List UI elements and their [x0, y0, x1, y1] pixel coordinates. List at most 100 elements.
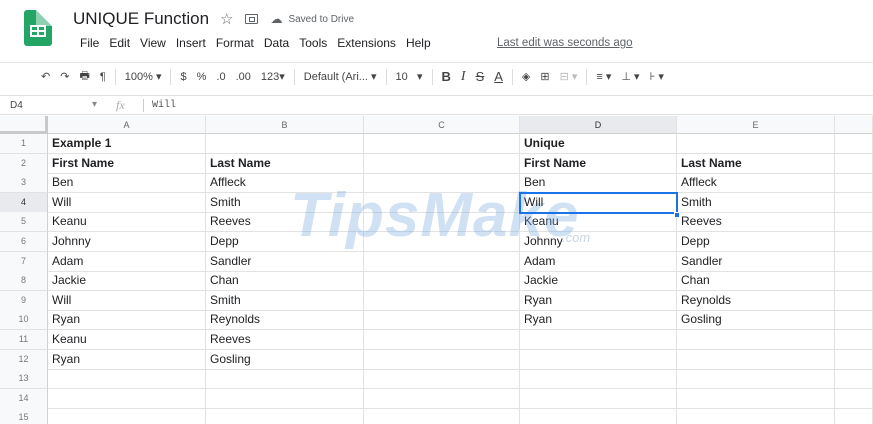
cell-b11[interactable]: Reeves	[206, 330, 364, 350]
cell-c14[interactable]	[364, 388, 520, 409]
cell-a11[interactable]: Keanu	[48, 330, 206, 350]
cell-c15[interactable]	[364, 408, 520, 424]
row-header-1[interactable]: 1	[0, 134, 48, 154]
cell-d13[interactable]	[520, 369, 677, 390]
paint-format-icon[interactable]: ¶	[95, 71, 111, 83]
column-header-e[interactable]: E	[677, 116, 835, 134]
percent-format-button[interactable]: %	[192, 71, 212, 83]
cell-a3[interactable]: Ben	[48, 173, 206, 194]
cell-a6[interactable]: Johnny	[48, 232, 206, 252]
cell-a13[interactable]	[48, 369, 206, 390]
cell-f13[interactable]	[835, 369, 873, 390]
cell-b4[interactable]: Smith	[206, 192, 364, 213]
cell-c4[interactable]	[364, 192, 520, 213]
fill-handle[interactable]	[674, 212, 680, 218]
cell-e5[interactable]: Reeves	[677, 212, 835, 233]
move-folder-icon[interactable]	[245, 14, 259, 24]
cell-c10[interactable]	[364, 310, 520, 331]
last-edit-link[interactable]: Last edit was seconds ago	[497, 37, 633, 49]
cell-b5[interactable]: Reeves	[206, 212, 364, 233]
increase-decimal-button[interactable]: .00	[231, 71, 256, 83]
cell-e11[interactable]	[677, 330, 835, 350]
bold-button[interactable]: B	[437, 69, 456, 84]
cell-e8[interactable]: Chan	[677, 271, 835, 292]
cell-d6[interactable]: Johnny	[520, 232, 677, 252]
undo-icon[interactable]: ↶	[36, 70, 55, 83]
cell-a8[interactable]: Jackie	[48, 271, 206, 292]
cell-f8[interactable]	[835, 271, 873, 292]
cell-b7[interactable]: Sandler	[206, 251, 364, 272]
cell-d12[interactable]	[520, 349, 677, 370]
row-header-15[interactable]: 15	[0, 408, 48, 424]
cell-f15[interactable]	[835, 408, 873, 424]
menu-insert[interactable]: Insert	[171, 36, 211, 50]
cell-e10[interactable]: Gosling	[677, 310, 835, 331]
more-formats-select[interactable]: 123▾	[256, 70, 290, 83]
cell-d3[interactable]: Ben	[520, 173, 677, 194]
cell-f3[interactable]	[835, 173, 873, 194]
cell-c8[interactable]	[364, 271, 520, 292]
cell-d15[interactable]	[520, 408, 677, 424]
cell-d9[interactable]: Ryan	[520, 290, 677, 311]
row-header-3[interactable]: 3	[0, 173, 48, 194]
star-icon[interactable]: ☆	[220, 10, 233, 28]
zoom-select[interactable]: 100% ▾	[120, 70, 167, 83]
cell-c7[interactable]	[364, 251, 520, 272]
cell-e15[interactable]	[677, 408, 835, 424]
cell-f6[interactable]	[835, 232, 873, 252]
column-header-f[interactable]	[835, 116, 873, 134]
cell-c12[interactable]	[364, 349, 520, 370]
column-header-d[interactable]: D	[520, 116, 677, 134]
borders-icon[interactable]: ⊞	[535, 70, 554, 83]
cell-a12[interactable]: Ryan	[48, 349, 206, 370]
font-select[interactable]: Default (Ari... ▾	[299, 70, 382, 83]
row-header-11[interactable]: 11	[0, 330, 48, 350]
cell-c9[interactable]	[364, 290, 520, 311]
cell-f4[interactable]	[835, 192, 873, 213]
cell-a2[interactable]: First Name	[48, 153, 206, 174]
cell-d1[interactable]: Unique	[520, 134, 677, 154]
row-header-5[interactable]: 5	[0, 212, 48, 233]
currency-format-button[interactable]: $	[175, 71, 191, 83]
row-header-2[interactable]: 2	[0, 153, 48, 174]
vertical-align-icon[interactable]: ⊥ ▾	[616, 70, 644, 83]
row-header-12[interactable]: 12	[0, 349, 48, 370]
cell-e1[interactable]	[677, 134, 835, 154]
cell-a4[interactable]: Will	[48, 192, 206, 213]
cell-f7[interactable]	[835, 251, 873, 272]
cell-b13[interactable]	[206, 369, 364, 390]
text-wrap-icon[interactable]: ⊦ ▾	[645, 70, 669, 83]
cell-f10[interactable]	[835, 310, 873, 331]
cell-c3[interactable]	[364, 173, 520, 194]
cell-e9[interactable]: Reynolds	[677, 290, 835, 311]
cell-a5[interactable]: Keanu	[48, 212, 206, 233]
cell-b15[interactable]	[206, 408, 364, 424]
strikethrough-button[interactable]: S	[471, 69, 490, 84]
cell-e6[interactable]: Depp	[677, 232, 835, 252]
cell-a14[interactable]	[48, 388, 206, 409]
cell-f12[interactable]	[835, 349, 873, 370]
cell-d8[interactable]: Jackie	[520, 271, 677, 292]
menu-format[interactable]: Format	[211, 36, 259, 50]
menu-edit[interactable]: Edit	[104, 36, 135, 50]
cell-b12[interactable]: Gosling	[206, 349, 364, 370]
cell-a7[interactable]: Adam	[48, 251, 206, 272]
cell-e12[interactable]	[677, 349, 835, 370]
redo-icon[interactable]: ↷	[55, 70, 74, 83]
cell-a9[interactable]: Will	[48, 290, 206, 311]
menu-file[interactable]: File	[75, 36, 104, 50]
document-title[interactable]: UNIQUE Function	[73, 9, 209, 29]
cell-d2[interactable]: First Name	[520, 153, 677, 174]
row-header-8[interactable]: 8	[0, 271, 48, 292]
cell-c2[interactable]	[364, 153, 520, 174]
decrease-decimal-button[interactable]: .0	[211, 71, 230, 83]
cell-d11[interactable]	[520, 330, 677, 350]
select-all-corner[interactable]	[0, 116, 48, 134]
cell-a15[interactable]	[48, 408, 206, 424]
row-header-6[interactable]: 6	[0, 232, 48, 252]
cell-f9[interactable]	[835, 290, 873, 311]
cell-b9[interactable]: Smith	[206, 290, 364, 311]
cell-c1[interactable]	[364, 134, 520, 154]
menu-tools[interactable]: Tools	[294, 36, 332, 50]
cell-f14[interactable]	[835, 388, 873, 409]
